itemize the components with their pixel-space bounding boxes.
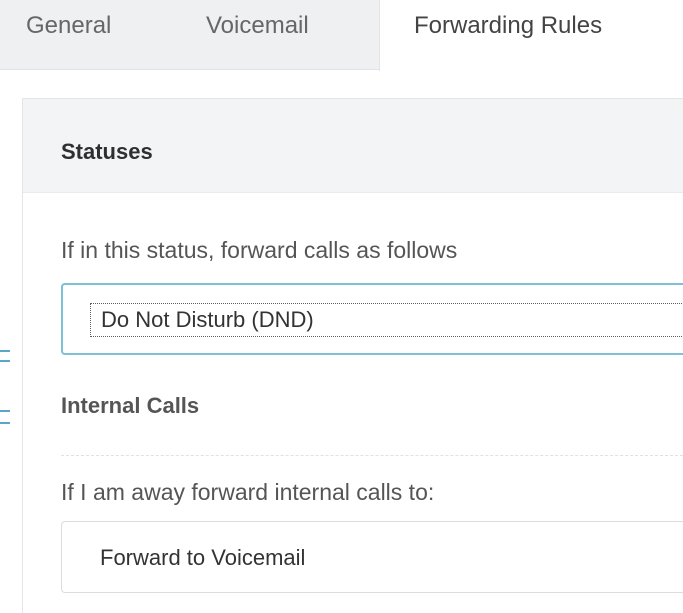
status-field-label: If in this status, forward calls as foll…: [61, 237, 458, 263]
settings-tabs: General Voicemail Forwarding Rules: [0, 0, 683, 71]
status-select-value: Do Not Disturb (DND): [90, 303, 683, 337]
status-select[interactable]: Do Not Disturb (DND): [61, 283, 683, 355]
edge-marker: [0, 350, 10, 352]
internal-away-label: If I am away forward internal calls to:: [61, 479, 435, 505]
tab-general[interactable]: General: [20, 0, 117, 70]
statuses-panel: Statuses If in this status, forward call…: [22, 98, 683, 613]
section-divider: [61, 455, 683, 456]
panel-title: Statuses: [61, 139, 153, 164]
sidebar-edge: [0, 70, 22, 613]
tab-forwarding-rules[interactable]: Forwarding Rules: [379, 0, 683, 71]
edge-marker: [0, 410, 10, 412]
tab-voicemail[interactable]: Voicemail: [200, 0, 315, 70]
edge-marker: [0, 360, 10, 362]
edge-marker: [0, 422, 10, 424]
internal-forward-select-value: Forward to Voicemail: [100, 545, 306, 570]
internal-forward-select[interactable]: Forward to Voicemail: [61, 521, 683, 593]
internal-calls-heading: Internal Calls: [61, 393, 200, 418]
forwarding-settings-page: General Voicemail Forwarding Rules Statu…: [0, 0, 683, 613]
panel-header: Statuses: [23, 99, 683, 193]
